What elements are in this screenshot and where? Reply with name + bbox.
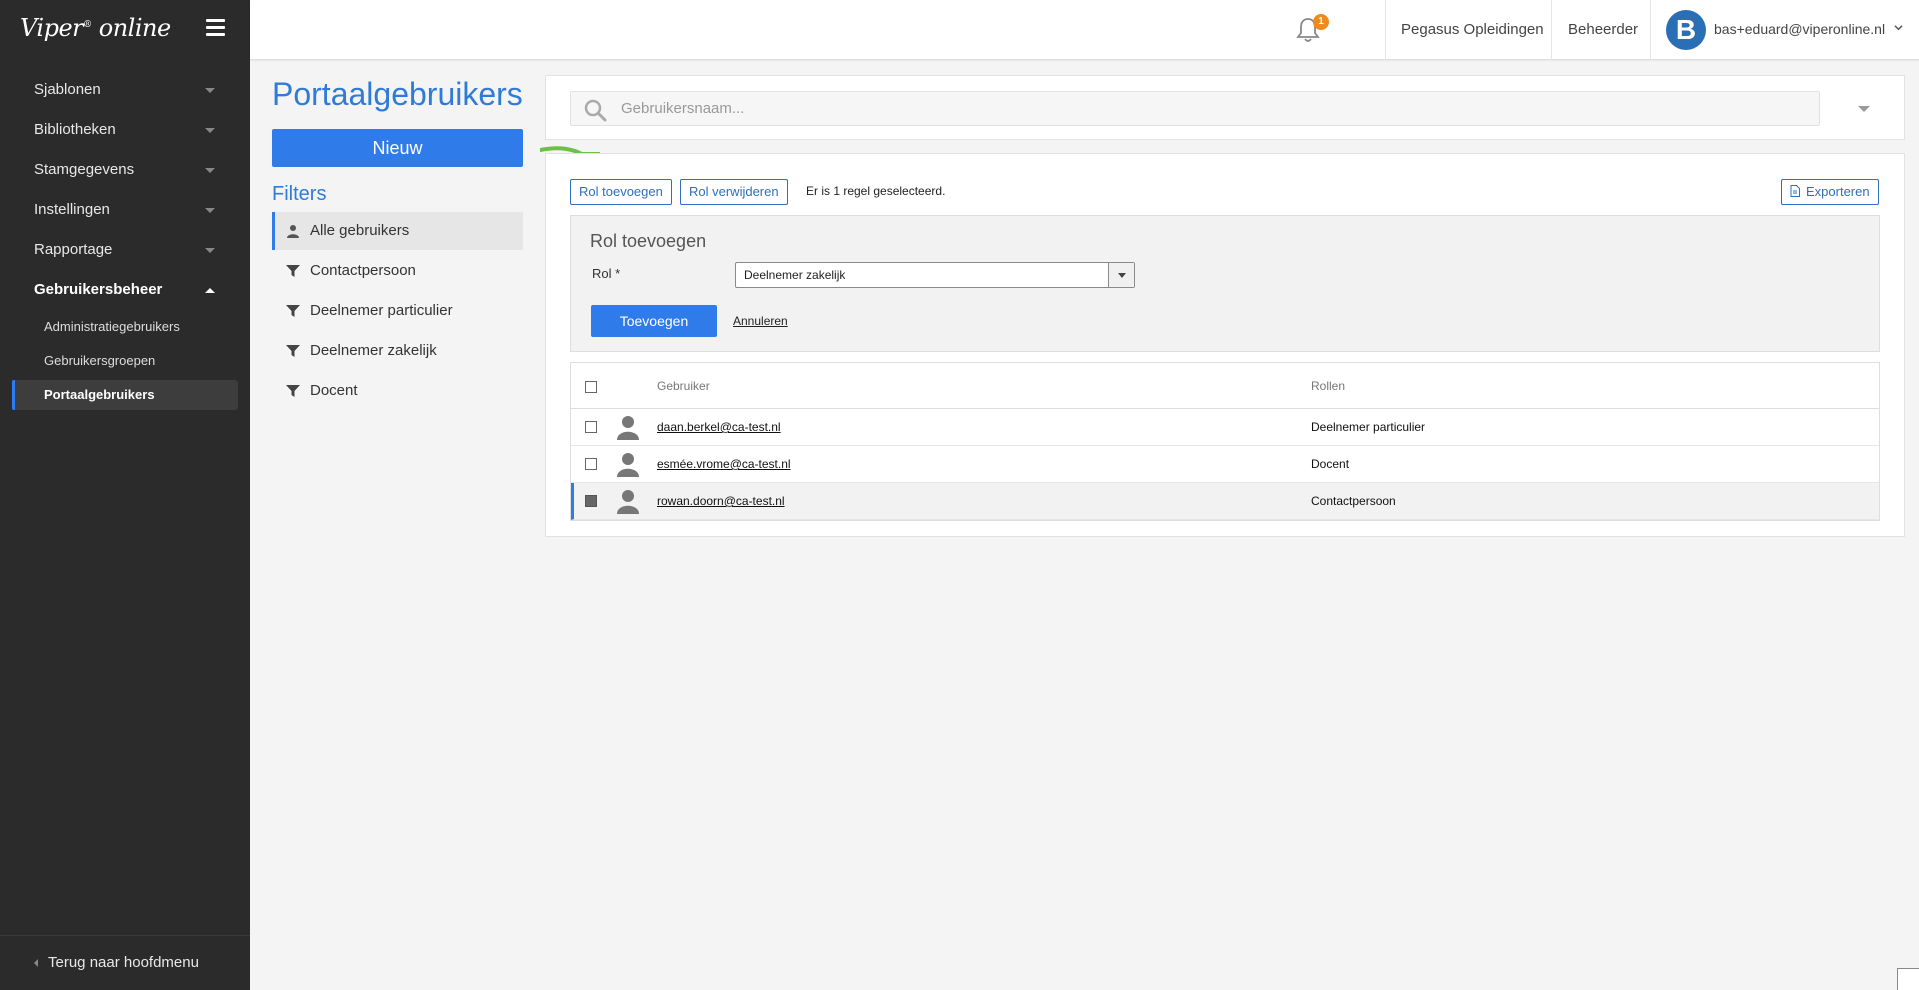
submit-add-role-button[interactable]: Toevoegen [591,305,717,337]
avatar[interactable]: B [1666,10,1706,50]
users-table: Gebruiker Rollen daan.berkel@ca-test.nl … [570,362,1880,521]
user-icon [617,490,639,514]
row-checkbox[interactable] [585,421,597,433]
role-select[interactable]: Deelnemer zakelijk [735,262,1135,288]
user-email-link[interactable]: daan.berkel@ca-test.nl [657,420,781,434]
user-roles: Deelnemer particulier [1311,420,1426,434]
sidebar-item-stamgegevens[interactable]: Stamgegevens [0,150,250,190]
cancel-link[interactable]: Annuleren [733,314,788,328]
filter-icon [286,265,300,277]
sidebar-subitem-portaalgebruikers[interactable]: Portaalgebruikers [12,380,238,410]
back-to-main-menu-link[interactable]: Terug naar hoofdmenu [34,954,199,971]
chevron-down-icon[interactable] [1894,23,1903,32]
table-row[interactable]: esmée.vrome@ca-test.nl Docent [571,446,1879,483]
sidebar-footer: Terug naar hoofdmenu [0,935,250,990]
sidebar-item-instellingen[interactable]: Instellingen [0,190,250,230]
new-button[interactable]: Nieuw [272,129,523,167]
column-header-roles[interactable]: Rollen [1311,379,1345,393]
search-input[interactable] [621,92,1811,125]
filter-deelnemer-zakelijk[interactable]: Deelnemer zakelijk [272,332,523,370]
dropdown-arrow-icon[interactable] [1108,263,1134,287]
filter-icon [286,385,300,397]
main-card: Rol toevoegen Rol verwijderen Er is 1 re… [545,153,1905,537]
remove-role-button[interactable]: Rol verwijderen [680,179,788,205]
filter-list: Alle gebruikers Contactpersoon Deelnemer… [272,212,523,412]
table-header: Gebruiker Rollen [571,363,1879,409]
table-row[interactable]: daan.berkel@ca-test.nl Deelnemer particu… [571,409,1879,446]
add-role-panel: Rol toevoegen Rol * Deelnemer zakelijk T… [570,215,1880,352]
page-title: Portaalgebruikers [272,76,523,112]
user-icon [287,225,299,238]
caret-down-icon [205,168,215,173]
user-icon [617,416,639,440]
caret-down-icon [205,88,215,93]
hamburger-menu-icon[interactable] [206,19,225,36]
user-email-link[interactable]: esmée.vrome@ca-test.nl [657,457,791,471]
user-roles: Docent [1311,457,1350,471]
sidebar-item-gebruikersbeheer[interactable]: Gebruikersbeheer [0,270,250,310]
file-export-icon [1790,185,1800,197]
column-header-user[interactable]: Gebruiker [657,379,710,393]
selection-status: Er is 1 regel geselecteerd. [806,184,946,198]
organization-link[interactable]: Pegasus Opleidingen [1401,21,1544,38]
add-role-button[interactable]: Rol toevoegen [570,179,672,205]
select-all-checkbox[interactable] [585,381,597,393]
sidebar-item-bibliotheken[interactable]: Bibliotheken [0,110,250,150]
role-link[interactable]: Beheerder [1568,21,1638,38]
row-checkbox[interactable] [585,495,597,507]
row-checkbox[interactable] [585,458,597,470]
topbar: 1 Pegasus Opleidingen Beheerder B bas+ed… [250,0,1919,60]
resize-handle-icon[interactable] [1897,968,1919,990]
filter-contactpersoon[interactable]: Contactpersoon [272,252,523,290]
user-email[interactable]: bas+eduard@viperonline.nl [1714,21,1885,37]
role-field-label: Rol * [592,266,621,281]
sidebar-menu: Sjablonen Bibliotheken Stamgegevens Inst… [0,70,250,410]
filter-all-users[interactable]: Alle gebruikers [272,212,523,250]
add-role-title: Rol toevoegen [590,231,707,251]
notification-badge: 1 [1313,14,1329,30]
sidebar: Viper® online Sjablonen Bibliotheken Sta… [0,0,250,990]
caret-down-icon [205,248,215,253]
caret-down-icon [205,128,215,133]
export-button[interactable]: Exporteren [1781,179,1879,205]
user-roles: Contactpersoon [1311,494,1396,508]
app-logo[interactable]: Viper® online [20,14,171,42]
sidebar-subitem-administratiegebruikers[interactable]: Administratiegebruikers [0,310,250,344]
sidebar-item-sjablonen[interactable]: Sjablonen [0,70,250,110]
search-options-caret-icon[interactable] [1858,106,1870,112]
search-icon [584,99,607,122]
role-select-value: Deelnemer zakelijk [744,268,846,282]
filter-icon [286,345,300,357]
sidebar-item-rapportage[interactable]: Rapportage [0,230,250,270]
table-row-selected[interactable]: rowan.doorn@ca-test.nl Contactpersoon [571,483,1879,520]
caret-up-icon [205,288,215,293]
chevron-left-icon [34,959,38,968]
user-icon [617,453,639,477]
filter-deelnemer-particulier[interactable]: Deelnemer particulier [272,292,523,330]
user-email-link[interactable]: rowan.doorn@ca-test.nl [657,494,785,508]
sidebar-subitem-gebruikersgroepen[interactable]: Gebruikersgroepen [0,344,250,378]
filter-docent[interactable]: Docent [272,372,523,410]
filter-icon [286,305,300,317]
search-box [570,91,1820,126]
filters-title: Filters [272,183,327,205]
search-card [545,75,1905,140]
caret-down-icon [205,208,215,213]
